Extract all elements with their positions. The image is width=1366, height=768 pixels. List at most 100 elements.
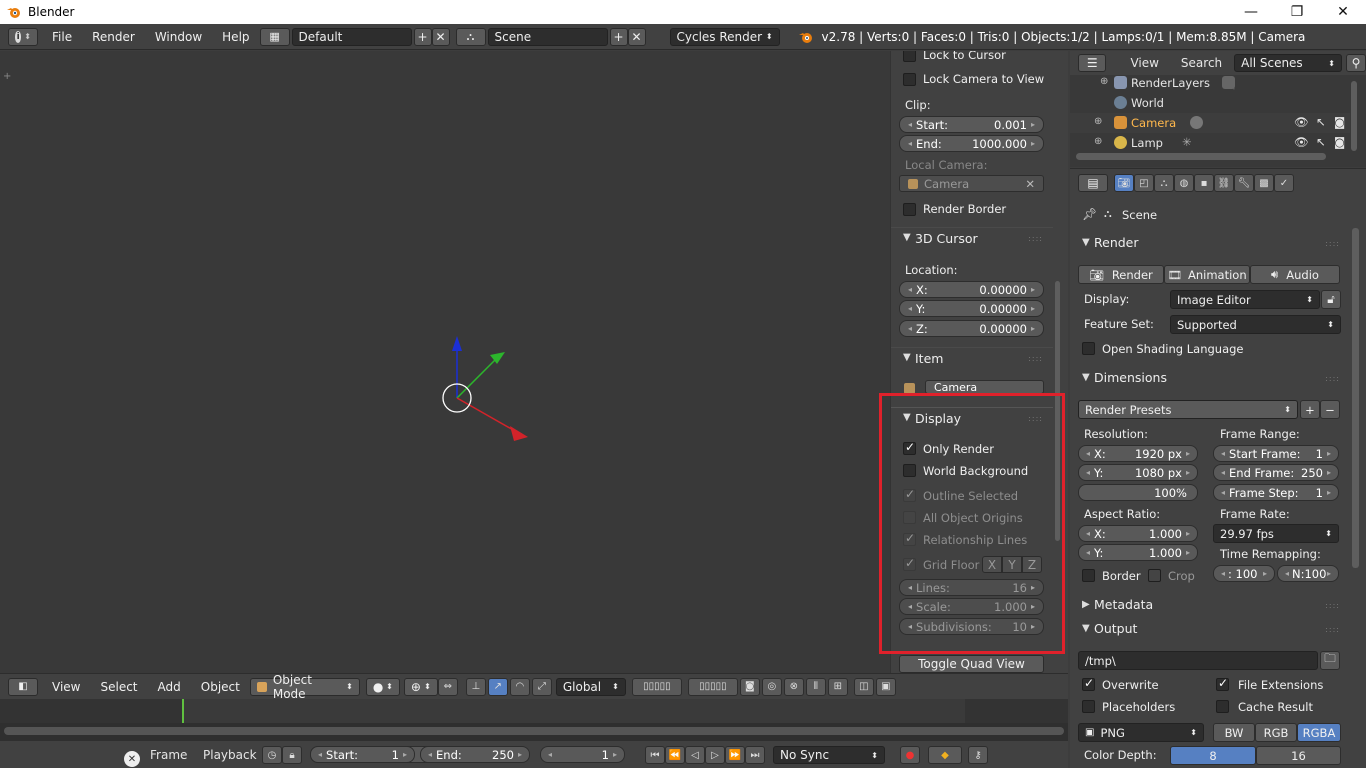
snap-magnet-icon[interactable]: ⊗: [783, 677, 804, 696]
osl-checkbox[interactable]: [1082, 342, 1095, 355]
editor-type-3dview-button[interactable]: ◧: [8, 677, 38, 696]
outliner-row-world[interactable]: World: [1070, 93, 1350, 113]
output-panel-header[interactable]: ▼ Output ::::: [1076, 619, 1342, 641]
opengl-render-icon[interactable]: ◫: [853, 677, 874, 696]
camera-gizmo[interactable]: [430, 331, 540, 441]
eye-icon[interactable]: 👁︎: [1294, 115, 1309, 129]
output-path-field[interactable]: /tmp\: [1078, 651, 1318, 670]
crop-checkbox[interactable]: [1148, 569, 1161, 582]
render-context-icon[interactable]: 📷︎: [1114, 174, 1134, 192]
outliner-row-camera[interactable]: ⊕ Camera 👁︎ ↖ ◙: [1070, 113, 1350, 133]
jump-start-icon[interactable]: ⏮: [645, 746, 665, 764]
close-icon[interactable]: ✕: [1025, 177, 1035, 191]
cursor-x-field[interactable]: ◂ X: 0.00000 ▸: [899, 281, 1044, 298]
menu-file[interactable]: File: [42, 30, 82, 44]
scene-context-icon[interactable]: ⛬: [1154, 174, 1174, 192]
outliner-row-renderlayers[interactable]: ⊕ RenderLayers |: [1070, 73, 1350, 93]
close-window-button[interactable]: ✕: [1320, 0, 1366, 24]
render-button[interactable]: 📷︎ Render: [1078, 265, 1164, 284]
maximize-button[interactable]: ❐: [1274, 0, 1320, 24]
menu-playback[interactable]: Playback: [203, 748, 257, 762]
render-border-checkbox[interactable]: [903, 203, 916, 216]
file-extensions-checkbox[interactable]: [1216, 676, 1229, 691]
manipulator-toggle-icon[interactable]: ⊥: [465, 677, 486, 696]
folder-icon[interactable]: 🗀: [1320, 651, 1340, 670]
texture-context-icon[interactable]: ▩: [1254, 174, 1274, 192]
resolution-percentage-field[interactable]: 100%: [1078, 484, 1198, 501]
audio-button[interactable]: 🔊︎ Audio: [1250, 265, 1340, 284]
add-preset-button[interactable]: +: [1300, 400, 1320, 419]
viewport-shading-dropdown[interactable]: ● ⬍: [365, 677, 400, 696]
current-frame-marker[interactable]: [182, 699, 184, 723]
render-camera-icon[interactable]: ◙: [1334, 115, 1345, 129]
cursor-z-field[interactable]: ◂ Z: 0.00000 ▸: [899, 320, 1044, 337]
3d-viewport[interactable]: +: [0, 51, 890, 673]
outliner-vscrollbar[interactable]: [1351, 81, 1357, 151]
outliner-display-mode-dropdown[interactable]: All Scenes ⬍: [1234, 54, 1342, 72]
metadata-panel-header[interactable]: ▶ Metadata ::::: [1076, 595, 1342, 617]
item-name-field[interactable]: Camera: [925, 380, 1044, 394]
play-reverse-icon[interactable]: ◁: [685, 746, 705, 764]
mode-dropdown[interactable]: Object Mode ⬍: [249, 673, 360, 701]
expand-plus-icon[interactable]: ⊕: [1100, 76, 1108, 87]
feature-set-dropdown[interactable]: Supported ⬍: [1170, 315, 1341, 334]
layers-grid-1[interactable]: ▯▯▯▯▯: [631, 677, 682, 696]
render-layers-context-icon[interactable]: ◰: [1134, 174, 1154, 192]
delete-layout-button[interactable]: ✕: [431, 27, 450, 46]
cursor-select-icon[interactable]: ↖: [1316, 115, 1326, 129]
cursor-select-icon[interactable]: ↖: [1316, 135, 1326, 149]
close-icon[interactable]: ✕: [124, 751, 140, 767]
outliner-menu-search[interactable]: Search: [1181, 56, 1222, 70]
menu-help[interactable]: Help: [212, 30, 259, 44]
grip-icon[interactable]: ::::: [1325, 239, 1340, 248]
scene-icon-button[interactable]: ⛬: [455, 27, 486, 46]
physics-context-icon[interactable]: ✓: [1274, 174, 1294, 192]
start-frame-field[interactable]: ◂ Start Frame: 1 ▸: [1213, 445, 1339, 462]
grip-icon[interactable]: ::::: [1028, 354, 1043, 363]
constraints-context-icon[interactable]: ⛓: [1214, 174, 1234, 192]
minimize-button[interactable]: —: [1228, 0, 1274, 24]
expand-plus-icon[interactable]: ⊕: [1094, 116, 1102, 127]
prev-keyframe-icon[interactable]: ⏪: [665, 746, 685, 764]
proportional-edit-icon[interactable]: ◎: [761, 677, 782, 696]
local-camera-field[interactable]: Camera ✕: [899, 175, 1044, 192]
clip-start-field[interactable]: ◂ Start: 0.001 ▸: [899, 116, 1044, 133]
time-remap-old-field[interactable]: ◂: 100 ▸: [1213, 565, 1275, 582]
keying-clock-icon[interactable]: ◷: [262, 746, 282, 764]
editor-type-properties-button[interactable]: ▤: [1078, 174, 1108, 192]
scale-manipulator-icon[interactable]: ⤢: [531, 677, 552, 696]
transform-orientation-dropdown[interactable]: Global ⬍: [555, 677, 626, 696]
translate-manipulator-icon[interactable]: ↗: [487, 677, 508, 696]
eye-icon[interactable]: 👁︎: [1294, 135, 1309, 149]
menu-frame[interactable]: Frame: [150, 748, 187, 762]
menu-render[interactable]: Render: [82, 30, 145, 44]
render-engine-dropdown[interactable]: Cycles Render ⬍: [669, 27, 780, 46]
clip-end-field[interactable]: ◂ End: 1000.000 ▸: [899, 135, 1044, 152]
overwrite-checkbox[interactable]: [1082, 676, 1095, 691]
color-depth-16-button[interactable]: 16: [1256, 746, 1341, 765]
cursor-y-field[interactable]: ◂ Y: 0.00000 ▸: [899, 300, 1044, 317]
pivot-point-dropdown[interactable]: ⊕ ⬍: [403, 677, 438, 696]
3d-cursor-panel-header[interactable]: ▼ 3D Cursor ::::: [891, 227, 1053, 249]
record-icon[interactable]: ●: [900, 746, 920, 764]
frame-rate-dropdown[interactable]: 29.97 fps ⬍: [1213, 524, 1339, 543]
grip-icon[interactable]: ::::: [1028, 234, 1043, 243]
lock-layers-icon[interactable]: ◙: [739, 677, 760, 696]
keyframe-type-icon[interactable]: ◆: [928, 746, 962, 764]
lock-interface-icon[interactable]: 🔓︎: [1321, 290, 1341, 309]
editor-type-outliner-button[interactable]: ☰: [1078, 54, 1107, 72]
modifiers-context-icon[interactable]: 🔧︎: [1234, 174, 1254, 192]
render-camera-icon[interactable]: ◙: [1334, 135, 1345, 149]
toggle-quad-view-button[interactable]: Toggle Quad View: [899, 655, 1044, 673]
expand-plus-icon[interactable]: ⊕: [1094, 136, 1102, 147]
timeline-end-field[interactable]: ◂ End: 250 ▸: [420, 746, 530, 763]
editor-type-info-button[interactable]: i ⬍: [8, 27, 38, 46]
keying-set-icon[interactable]: ⚷: [968, 746, 988, 764]
properties-scrollbar[interactable]: [1352, 228, 1359, 568]
render-presets-dropdown[interactable]: Render Presets ⬍: [1078, 400, 1298, 419]
menu-add[interactable]: Add: [148, 680, 191, 694]
menu-window[interactable]: Window: [145, 30, 212, 44]
lock-icon[interactable]: 🔒︎: [282, 746, 302, 764]
search-icon[interactable]: ⚲: [1345, 54, 1366, 72]
time-remap-new-field[interactable]: ◂ N:100 ▸: [1277, 565, 1339, 582]
